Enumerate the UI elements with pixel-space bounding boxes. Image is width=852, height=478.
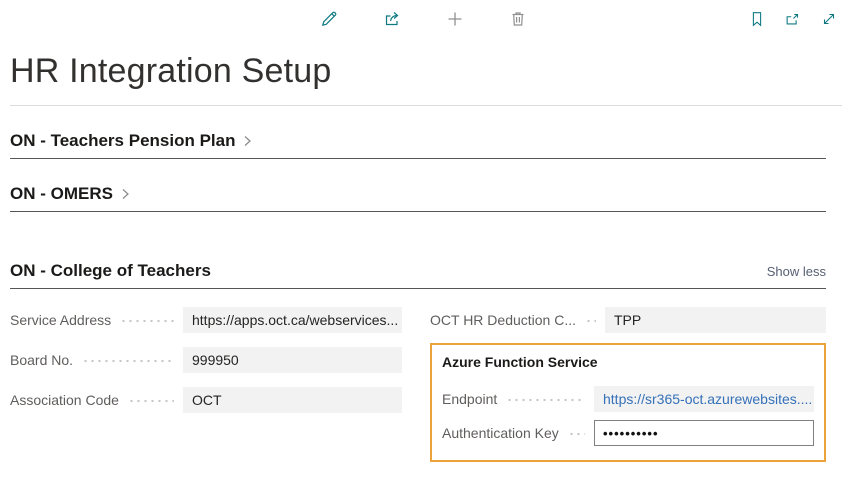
field-endpoint: Endpoint https://sr365-oct.azurewebsites… bbox=[442, 386, 814, 412]
fields-area: Service Address https://apps.oct.ca/webs… bbox=[10, 307, 826, 462]
toolbar-center-group bbox=[318, 8, 529, 30]
field-label: Endpoint bbox=[442, 391, 498, 407]
group-title: Azure Function Service bbox=[442, 354, 598, 370]
toolbar bbox=[0, 8, 852, 40]
dotted-leader bbox=[583, 307, 596, 333]
section-omers[interactable]: ON - OMERS bbox=[10, 184, 826, 212]
dotted-leader bbox=[80, 347, 174, 373]
authentication-key-input[interactable]: •••••••••• bbox=[594, 420, 814, 446]
page-title: HR Integration Setup bbox=[10, 52, 332, 90]
chevron-right-icon bbox=[240, 134, 254, 148]
popout-icon[interactable] bbox=[782, 8, 804, 30]
oct-hr-deduction-input[interactable]: TPP bbox=[605, 307, 826, 333]
delete-icon[interactable] bbox=[507, 8, 529, 30]
section-label: ON - Teachers Pension Plan bbox=[10, 131, 236, 150]
section-label: ON - College of Teachers bbox=[10, 261, 211, 280]
bookmark-icon[interactable] bbox=[746, 8, 768, 30]
azure-function-service-group: Azure Function Service Endpoint https://… bbox=[430, 343, 826, 462]
edit-icon[interactable] bbox=[318, 8, 340, 30]
field-service-address: Service Address https://apps.oct.ca/webs… bbox=[10, 307, 402, 333]
endpoint-input[interactable]: https://sr365-oct.azurewebsites.... bbox=[594, 386, 814, 412]
toolbar-right-group bbox=[746, 8, 840, 30]
dotted-leader bbox=[125, 387, 174, 413]
field-label: OCT HR Deduction C... bbox=[430, 312, 577, 328]
content: ON - Teachers Pension Plan ON - OMERS ON… bbox=[0, 131, 852, 462]
section-college-of-teachers[interactable]: ON - College of Teachers Show less bbox=[10, 261, 826, 289]
hr-integration-setup-page: HR Integration Setup ON - Teachers Pensi… bbox=[0, 0, 852, 478]
title-divider bbox=[10, 105, 842, 106]
section-teachers-pension-plan[interactable]: ON - Teachers Pension Plan bbox=[10, 131, 826, 159]
dotted-leader bbox=[565, 420, 585, 446]
add-icon[interactable] bbox=[444, 8, 466, 30]
field-oct-hr-deduction: OCT HR Deduction C... TPP bbox=[430, 307, 826, 333]
dotted-leader bbox=[504, 386, 585, 412]
service-address-input[interactable]: https://apps.oct.ca/webservices... bbox=[183, 307, 402, 333]
field-authentication-key: Authentication Key •••••••••• bbox=[442, 420, 814, 446]
chevron-right-icon bbox=[118, 187, 132, 201]
section-label: ON - OMERS bbox=[10, 184, 113, 203]
show-less-link[interactable]: Show less bbox=[767, 264, 826, 279]
fields-right-column: OCT HR Deduction C... TPP Azure Function… bbox=[430, 307, 826, 462]
expand-icon[interactable] bbox=[818, 8, 840, 30]
field-board-no: Board No. 999950 bbox=[10, 347, 402, 373]
field-label: Service Address bbox=[10, 312, 112, 328]
dotted-leader bbox=[118, 307, 174, 333]
share-icon[interactable] bbox=[381, 8, 403, 30]
board-no-input[interactable]: 999950 bbox=[183, 347, 402, 373]
fields-left-column: Service Address https://apps.oct.ca/webs… bbox=[10, 307, 402, 462]
field-association-code: Association Code OCT bbox=[10, 387, 402, 413]
field-label: Board No. bbox=[10, 352, 74, 368]
association-code-input[interactable]: OCT bbox=[183, 387, 402, 413]
field-label: Association Code bbox=[10, 392, 119, 408]
field-label: Authentication Key bbox=[442, 425, 559, 441]
